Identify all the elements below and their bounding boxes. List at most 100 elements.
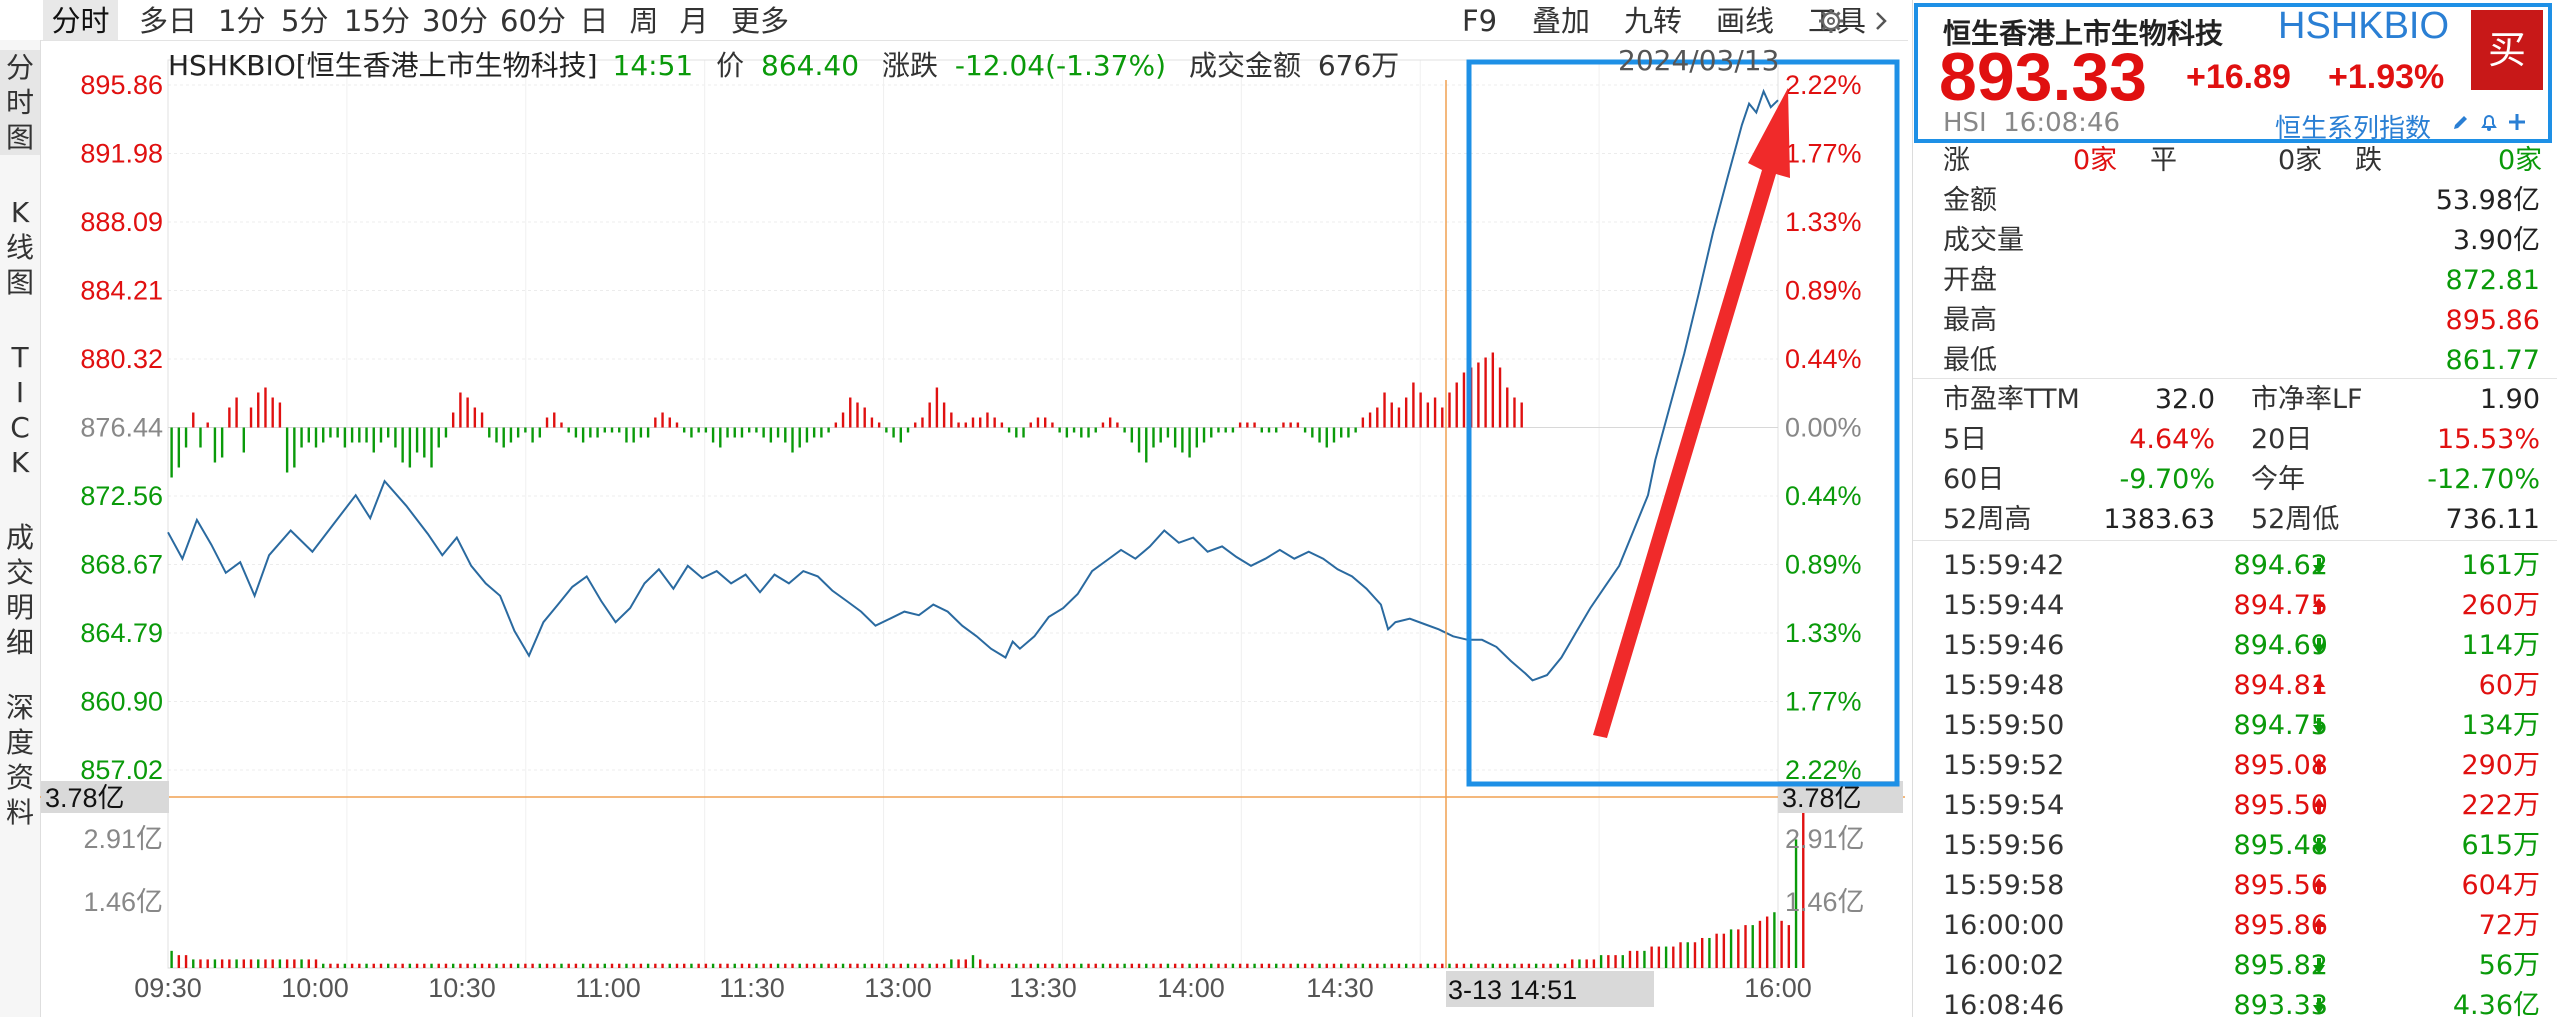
valuation-value-2: -12.70% [2427,464,2540,495]
stat-label: 成交量 [1943,225,2024,256]
pct-tick-label: 0.00% [1785,413,1862,443]
advance-decline-row: 涨 0家 平 0家 跌 0家 [1913,141,2557,181]
tick-time: 15:59:48 [1943,670,2065,701]
quote-price: 893.33 [1939,39,2147,115]
info-price: 864.40 [761,49,860,82]
up-arrow-icon [2312,798,2326,814]
tick-row[interactable]: 15:59:52 895.08 290万 [1913,746,2557,786]
tick-volume: 56万 [2478,950,2540,981]
volume-tick-label-right: 1.46亿 [1785,887,1865,917]
time-tick-label: 14:00 [1157,973,1225,1003]
flat-label: 平 [2150,145,2177,176]
bell-icon[interactable] [2479,112,2499,132]
tick-row[interactable]: 15:59:56 895.48 615万 [1913,826,2557,866]
series-index-link[interactable]: 恒生系列指数 [2275,108,2431,145]
tick-row[interactable]: 16:08:46 893.33 4.36亿 [1913,986,2557,1026]
up-arrow-icon [2312,678,2326,694]
info-change: -12.04(-1.37%) [954,49,1167,82]
tick-volume: 604万 [2461,870,2540,901]
edit-icon[interactable] [2451,112,2471,132]
tick-row[interactable]: 16:00:00 895.86 72万 [1913,906,2557,946]
dec-label: 跌 [2355,145,2382,176]
tick-row[interactable]: 15:59:46 894.69 114万 [1913,626,2557,666]
valuation-label-2: 今年 [2251,464,2305,495]
stat-label: 金额 [1943,185,1997,216]
tick-row[interactable]: 15:59:50 894.75 134万 [1913,706,2557,746]
info-turnover-label: 成交金额 [1188,49,1301,82]
price-line [167,88,1779,682]
tick-time: 15:59:42 [1943,550,2065,581]
time-tick-label: 13:00 [864,973,932,1003]
tick-volume: 60万 [2478,670,2540,701]
stat-value: 895.86 [2445,305,2540,336]
tick-time: 16:00:02 [1943,950,2065,981]
quote-panel: 恒生香港上市生物科技 HSHKBIO 买 893.33 +16.89 +1.93… [1912,0,2557,1021]
tick-row[interactable]: 16:00:02 895.82 56万 [1913,946,2557,986]
quote-change: +16.89 [2186,58,2291,96]
volume-tick-label-right: 2.91亿 [1785,824,1865,854]
crosshair-label-right: 3.78亿 [1782,783,1862,813]
price-tick-label: 880.32 [80,344,163,374]
tick-row[interactable]: 15:59:58 895.56 604万 [1913,866,2557,906]
chart-date: 2024/03/13 [1618,44,1780,77]
pct-tick-label: 1.33% [1785,207,1862,237]
down-arrow-icon [2312,638,2326,654]
down-arrow-icon [2312,838,2326,854]
valuation-label-1: 60日 [1943,464,2005,495]
valuation-label-2: 20日 [2251,424,2313,455]
adv-value: 0家 [2073,145,2118,176]
stat-label: 开盘 [1943,265,1997,296]
add-icon[interactable] [2507,112,2527,132]
dec-value: 0家 [2498,145,2543,176]
valuation-value-1: 32.0 [2154,384,2215,415]
stats-divider [1913,378,2557,379]
tick-row[interactable]: 15:59:44 894.75 260万 [1913,586,2557,626]
tick-time: 15:59:46 [1943,630,2065,661]
stat-value: 53.98亿 [2435,185,2540,216]
valuation-row: 60日 -9.70% 今年 -12.70% [1913,460,2557,500]
pct-tick-label: 0.44% [1785,344,1862,374]
stat-row: 金额 53.98亿 [1913,181,2557,221]
pct-tick-label: 0.89% [1785,550,1862,580]
pct-tick-label: 2.22% [1785,70,1862,100]
valuation-value-1: -9.70% [2119,464,2215,495]
tick-volume: 4.36亿 [2452,990,2540,1021]
stat-value: 861.77 [2445,345,2540,376]
pct-tick-label: 1.33% [1785,618,1862,648]
stat-label: 最高 [1943,305,1997,336]
tick-row[interactable]: 15:59:48 894.81 60万 [1913,666,2557,706]
tick-time: 15:59:44 [1943,590,2065,621]
buy-button-label: 买 [2487,28,2526,72]
price-tick-label: 888.09 [80,207,163,237]
chart-info-bar: HSHKBIO[恒生香港上市生物科技] 14:51 价 864.40 涨跌 -1… [168,44,1399,84]
pct-tick-label: 2.22% [1785,755,1862,785]
time-tick-label: 10:30 [428,973,496,1003]
valuation-row: 5日 4.64% 20日 15.53% [1913,420,2557,460]
tick-row[interactable]: 15:59:54 895.50 222万 [1913,786,2557,826]
volume-tick-label: 2.91亿 [83,824,163,854]
time-tick-label: 10:00 [281,973,349,1003]
tick-volume: 290万 [2461,750,2540,781]
stat-row: 最高 895.86 [1913,301,2557,341]
tick-row[interactable]: 15:59:42 894.62 161万 [1913,546,2557,586]
price-tick-label: 868.67 [80,550,163,580]
down-arrow-icon [2312,998,2326,1014]
price-tick-label: 884.21 [80,276,163,306]
buy-button[interactable]: 买 [2471,10,2543,90]
valuation-row: 52周高 1383.63 52周低 736.11 [1913,500,2557,540]
down-arrow-icon [2312,958,2326,974]
pct-tick-label: 0.89% [1785,276,1862,306]
tick-time: 15:59:54 [1943,790,2065,821]
valuation-value-1: 1383.63 [2103,504,2215,535]
volume-tick-label: 1.46亿 [83,887,163,917]
down-arrow-icon [2312,558,2326,574]
tick-volume: 114万 [2461,630,2540,661]
intraday-chart[interactable]: 895.86 2.22% 891.98 1.77% 888.09 1.33% 884.21 0… [0,0,1908,1017]
time-tick-label: 11:30 [719,973,785,1003]
ticks-divider [1913,540,2557,541]
info-name: [恒生香港上市生物科技] [295,49,598,82]
stat-value: 3.90亿 [2452,225,2540,256]
tick-time: 15:59:50 [1943,710,2065,741]
crosshair-time-label: 3-13 14:51 [1448,975,1577,1005]
time-tick-label: 16:00 [1744,973,1812,1003]
